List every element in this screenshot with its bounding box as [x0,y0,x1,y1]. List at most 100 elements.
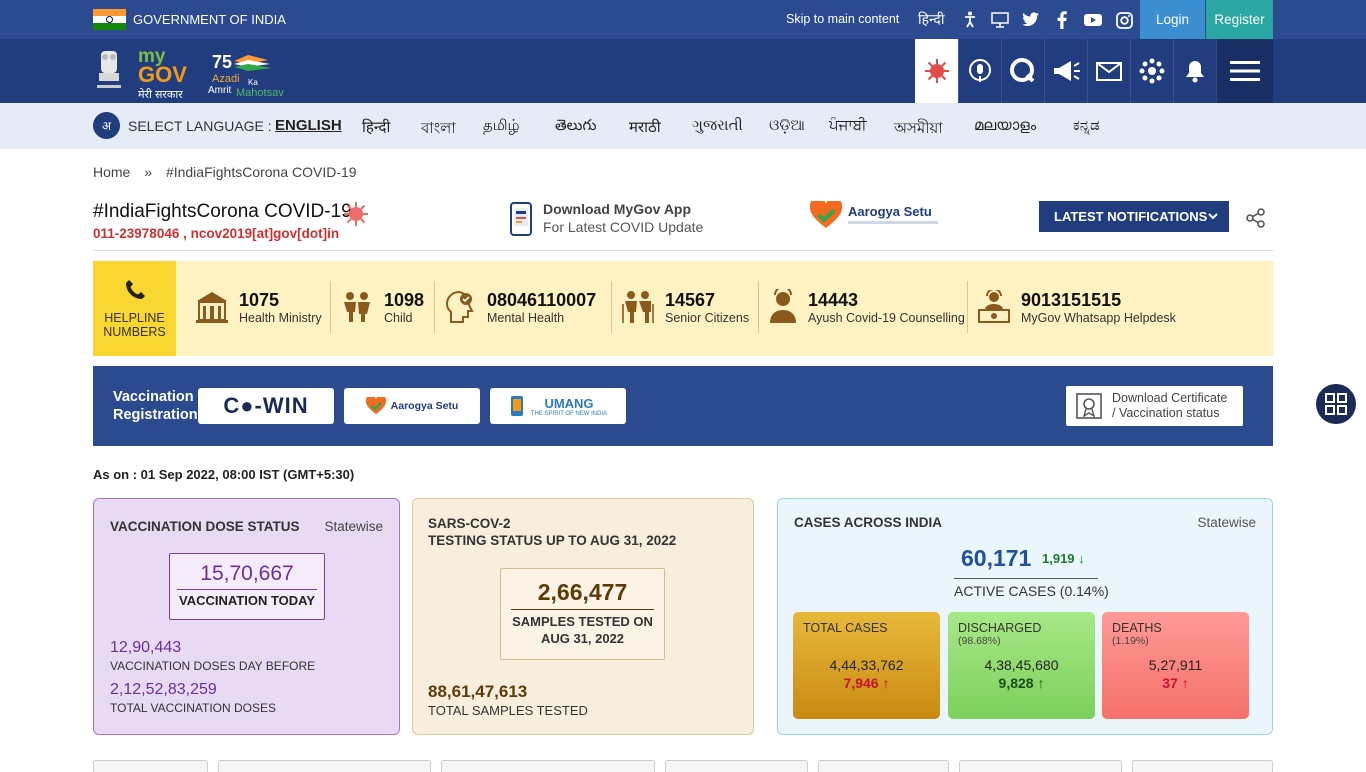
lang-bengali[interactable]: বাংলা [421,117,456,142]
helpline-item[interactable]: 08046110007 Mental Health [445,281,596,333]
twitter-icon[interactable] [1021,10,1041,30]
announcement-icon[interactable] [1044,39,1087,103]
umang-subtitle: THE SPIRIT OF NEW INDIA [530,410,608,417]
helpline-item[interactable]: 9013151515 MyGov Whatsapp Helpdesk [977,281,1176,333]
language-icon: अ [93,112,120,139]
helpline-number: 9013151515 [1021,289,1122,310]
samples-tested-number: 2,66,477 [537,579,628,605]
connect-icon[interactable] [1130,39,1173,103]
grid-menu-icon[interactable] [1316,384,1356,424]
youtube-icon[interactable] [1083,10,1103,30]
helpline-separator [758,281,759,333]
breadcrumb-separator: » [144,164,153,180]
bottom-tab[interactable] [959,760,1122,772]
svg-text:75: 75 [212,52,232,72]
accessibility-icon[interactable] [960,10,980,30]
lang-kannada[interactable]: ಕನ್ನಡ [1073,117,1100,134]
hindi-toggle[interactable]: हिन्दी [918,10,944,29]
helpline-number: 1075 [239,289,280,310]
helpline-label-box: HELPLINE NUMBERS [93,261,176,356]
aarogya-setu-logo[interactable]: Aarogya Setu [809,197,940,236]
vaccination-dose-heading: VACCINATION DOSE STATUS [110,519,300,534]
hamburger-menu-icon[interactable] [1216,39,1273,103]
vaccination-statewise-link[interactable]: Statewise [324,519,383,534]
latest-notifications-label: LATEST NOTIFICATIONS [1054,209,1208,224]
helpline-item[interactable]: 14443 Ayush Covid-19 Counselling [768,281,965,333]
lang-marathi[interactable]: मराठी [629,117,661,137]
national-emblem-icon[interactable] [93,47,125,97]
helpline-label: Mental Health [487,310,565,325]
helpline-number: 1098 [384,289,425,310]
vaccination-registration-label-1: Vaccination [113,389,194,405]
sitemap-icon[interactable] [990,10,1010,30]
aarogya-setu-button[interactable]: Aarogya Setu [344,388,480,424]
discharged-delta: 9,828 ↑ [998,675,1045,691]
deaths-percent: (1.19%) [1112,635,1149,647]
cases-statewise-link[interactable]: Statewise [1197,515,1256,530]
health-ministry-icon [196,292,228,323]
vaccination-total-label: TOTAL VACCINATION DOSES [110,701,277,715]
helpline-item[interactable]: 14567 Senior Citizens [621,281,749,333]
bottom-tab[interactable] [1132,760,1273,772]
helpline-separator [967,281,968,333]
main-header: my GOV मेरी सरकार 75 Azadi Ka Amrit Maho… [0,39,1366,103]
download-mygov-app[interactable]: Download MyGov App For Latest COVID Upda… [508,200,718,238]
lang-punjabi[interactable]: ਪੰਜਾਬੀ [829,117,867,134]
vaccination-today-label: VACCINATION TODAY [178,593,316,608]
login-button[interactable]: Login [1140,0,1205,39]
cowin-button[interactable]: C●-WIN [198,388,334,424]
testing-heading-2: TESTING STATUS UP TO AUG 31, 2022 [428,533,677,548]
vaccination-registration-panel: Vaccination Registration C●-WIN Aarogya … [93,366,1273,446]
lang-assamese[interactable]: অসমীয়া [894,117,943,142]
quiz-icon[interactable] [1001,39,1044,103]
helpline-item[interactable]: 1098 Child [340,281,424,333]
vaccination-today-box: 15,70,667 VACCINATION TODAY [169,553,325,620]
latest-notifications-dropdown[interactable]: LATEST NOTIFICATIONS [1039,201,1229,232]
aarogya-setu-button-label: Aarogya Setu [390,400,459,412]
facebook-icon[interactable] [1052,10,1072,30]
helpline-item[interactable]: 1075 Health Ministry [195,281,322,333]
samples-tested-box: 2,66,477 SAMPLES TESTED ON AUG 31, 2022 [500,568,665,660]
aarogya-setu-text: Aarogya Setu [848,204,932,219]
phone-icon [125,279,145,299]
aarogya-heart-icon [365,397,386,415]
lang-tamil[interactable]: தமிழ் [483,117,520,136]
samples-tested-label-2: AUG 31, 2022 [540,631,625,646]
notification-bell-icon[interactable] [1173,39,1216,103]
mental-health-icon [445,290,474,323]
lang-malayalam[interactable]: മലയാളം [974,117,1036,134]
svg-text:Amrit: Amrit [208,85,232,96]
umang-label: UMANG [544,395,594,411]
lang-odia[interactable]: ଓଡ଼ିଆ [769,117,805,134]
covid-icon[interactable] [915,39,958,103]
lang-hindi[interactable]: हिन्दी [362,117,390,137]
lang-telugu[interactable]: తెలుగు [555,117,596,138]
breadcrumb-home[interactable]: Home [93,164,130,180]
umang-button[interactable]: UMANG THE SPIRIT OF NEW INDIA [490,388,626,424]
download-certificate-button[interactable]: Download Certificate / Vaccination statu… [1066,386,1243,426]
podcast-icon[interactable] [958,39,1001,103]
bottom-tab[interactable] [665,760,808,772]
bottom-tab[interactable] [93,760,208,772]
total-cases-value: 4,44,33,762 [829,657,904,673]
share-icon[interactable] [1246,208,1266,228]
helpline-label-1: HELPLINE [104,310,165,325]
newsletter-icon[interactable] [1087,39,1130,103]
bottom-tab[interactable] [218,760,431,772]
register-button[interactable]: Register [1206,0,1273,39]
mygov-logo[interactable]: my GOV मेरी सरकार [138,47,187,102]
virus-icon [344,202,368,226]
lang-gujarati[interactable]: ગુજરાતી [692,117,743,134]
bottom-tab[interactable] [441,760,655,772]
skip-to-main-link[interactable]: Skip to main content [786,12,899,26]
bottom-tab[interactable] [818,760,949,772]
india-flag-icon [93,9,126,30]
instagram-icon[interactable] [1114,10,1134,30]
lang-english[interactable]: ENGLISH [275,117,342,134]
total-cases-box: TOTAL CASES 4,44,33,762 7,946 ↑ [793,612,940,719]
vaccination-today-number: 15,70,667 [200,562,294,585]
helpline-label-2: NUMBERS [103,324,166,339]
certificate-label-2: / Vaccination status [1112,406,1220,420]
contact-info[interactable]: 011-23978046 , ncov2019[at]gov[dot]in [93,226,339,241]
deaths-box: DEATHS (1.19%) 5,27,911 37 ↑ [1102,612,1249,719]
